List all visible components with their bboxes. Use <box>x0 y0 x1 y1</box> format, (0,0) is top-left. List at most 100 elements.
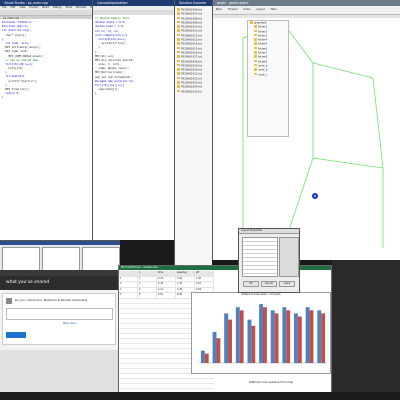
graph-tree-item[interactable]: node_c <box>250 72 288 77</box>
tree-item-label: graphtest <box>254 21 267 25</box>
spreadsheet-cell[interactable]: 0.61 <box>157 293 176 298</box>
menu-item-build[interactable]: Build <box>42 6 49 9</box>
spreadsheet-cell[interactable]: time <box>157 271 176 276</box>
spreadsheet-cell[interactable]: 4.21 <box>157 276 176 281</box>
tree-item-label: folder5 <box>258 42 268 46</box>
comment-user-name[interactable]: Mike Chen <box>63 322 76 325</box>
spreadsheet-cell[interactable]: 1 <box>138 276 157 281</box>
menu-item-view[interactable]: View <box>19 6 25 9</box>
dialog-field-list[interactable] <box>242 237 278 277</box>
file-label: PS20060319.txt <box>181 64 202 68</box>
explorer-file-list: PS20060306.txt PS20060307.txt PS20060308.t… <box>177 8 212 94</box>
graph-toolbar-filter-button[interactable]: Filter <box>271 8 277 11</box>
chart-bar <box>274 313 279 363</box>
graph-toolbar-home-button[interactable]: Home <box>243 8 250 11</box>
taskbar <box>0 392 400 400</box>
output-pane-3[interactable] <box>82 247 120 270</box>
file-label: PS20060322.txt <box>181 77 202 80</box>
graph-toolbar-back-button[interactable]: Back <box>216 8 222 11</box>
dialog-ok-button[interactable]: OK <box>243 281 259 287</box>
file-label: PS20060311.txt <box>181 29 202 33</box>
file-icon <box>177 50 180 54</box>
file-label: PS20060325.txt <box>181 89 202 93</box>
comment-input[interactable] <box>6 308 113 320</box>
chart-bar <box>294 313 298 363</box>
chart-bar <box>317 310 322 363</box>
file-icon <box>177 46 180 50</box>
dialog-cancel-button[interactable]: Cancel <box>261 281 277 287</box>
output-pane-2[interactable] <box>42 247 80 270</box>
folder-icon <box>250 21 253 24</box>
editor-code-area[interactable]: #include "stdafx.h" #include <mpi.h> int m… <box>0 19 92 240</box>
folder-icon <box>254 25 257 28</box>
tree-item-label: folder8 <box>258 55 268 59</box>
file-label: PS20060313.txt <box>181 38 202 42</box>
spreadsheet-cell[interactable]: 1.93 <box>176 282 195 287</box>
menu-item-project[interactable]: Project <box>30 6 39 9</box>
spreadsheet-cell[interactable]: 1.00 <box>176 276 195 281</box>
spreadsheet-cell[interactable]: 2 <box>119 282 138 287</box>
code-editor-window: Visual Studio - ps_main.cpp File Edit View… <box>0 0 92 240</box>
graph-canvas[interactable] <box>213 18 400 260</box>
spreadsheet-cell[interactable]: 4 <box>119 293 138 298</box>
spreadsheet-cell[interactable]: 1.12 <box>157 287 176 292</box>
file-label: PS20060316.txt <box>181 51 202 55</box>
comment-post-button[interactable] <box>6 332 26 338</box>
middle-code-area[interactable]: // Shared memory test double alpha = 0.5;… <box>93 15 174 240</box>
spreadsheet-cell[interactable] <box>119 271 138 276</box>
spreadsheet-cell[interactable]: 1.00 <box>195 276 214 281</box>
chart-bar <box>239 310 244 363</box>
spreadsheet-title: Microsoft Excel - results.xlsx <box>121 266 158 269</box>
spreadsheet-cell[interactable]: 1 <box>119 276 138 281</box>
file-icon <box>177 76 180 80</box>
chart-bar <box>270 310 275 363</box>
spreadsheet-cell[interactable]: 0.97 <box>195 282 214 287</box>
dialog-apply-button[interactable]: Apply <box>279 281 295 287</box>
graph-toolbar-layout-button[interactable]: Layout <box>257 8 265 11</box>
file-label: PS20060324.txt <box>181 85 202 89</box>
spreadsheet-cell[interactable]: n <box>138 271 157 276</box>
chart-bar <box>297 316 302 363</box>
folder-icon <box>254 51 257 54</box>
explorer-title: Solution Explorer <box>179 1 207 5</box>
menu-item-tools[interactable]: Tools <box>65 6 71 9</box>
menu-item-debug[interactable]: Debug <box>53 6 62 9</box>
menu-item-edit[interactable]: Edit <box>10 6 15 9</box>
explorer-file-item[interactable]: PS20060325.txt <box>177 89 212 94</box>
comment-subtitle: ke your comment in Multicore & Parallel … <box>15 298 88 302</box>
tree-item-label: folder9 <box>258 59 268 63</box>
spreadsheet-cell[interactable]: eff <box>195 271 214 276</box>
file-icon <box>177 89 180 93</box>
file-icon <box>177 42 180 45</box>
menu-item-file[interactable]: File <box>2 6 6 9</box>
folder-icon <box>254 72 257 76</box>
file-label: PS20060308.txt <box>181 16 202 20</box>
graph-tree: graphtest folder1 folder2 folder3 folder4 fol… <box>248 21 288 77</box>
browser-comment-card: ke your comment in Multicore & Parallel … <box>2 293 116 345</box>
file-label: PS20060318.txt <box>181 59 202 63</box>
menu-item-window[interactable]: Window <box>76 6 86 9</box>
file-label: PS20060310.txt <box>181 25 202 29</box>
file-label: PS20060314.txt <box>181 42 202 46</box>
folder-icon <box>254 38 257 41</box>
folder-icon <box>254 29 257 33</box>
graph-toolbar-forward-button[interactable]: Forward <box>228 8 238 11</box>
output-pane-1[interactable] <box>2 247 40 270</box>
chart-container[interactable]: Different data sizes / compute <box>191 292 331 374</box>
file-icon <box>177 85 180 88</box>
file-icon <box>177 8 180 11</box>
file-label: PS20060321.txt <box>181 72 202 76</box>
spreadsheet-cell[interactable]: 2 <box>138 282 157 287</box>
chart2-title: Different node speedup from map <box>249 381 294 384</box>
file-label: PS20060323.txt <box>181 81 202 85</box>
spreadsheet-cell[interactable]: 8 <box>138 293 157 298</box>
spreadsheet-cell[interactable]: 3 <box>119 287 138 292</box>
spreadsheet-cell[interactable]: speedup <box>176 271 195 276</box>
file-icon <box>177 25 180 28</box>
tree-item-label: folder3 <box>258 34 268 38</box>
file-label: PS20060306.txt <box>181 8 202 12</box>
spreadsheet-cell[interactable]: 4 <box>138 287 157 292</box>
bar-chart <box>199 304 327 364</box>
spreadsheet-cell[interactable]: 2.18 <box>157 282 176 287</box>
tree-item-label: node_a <box>258 64 268 68</box>
